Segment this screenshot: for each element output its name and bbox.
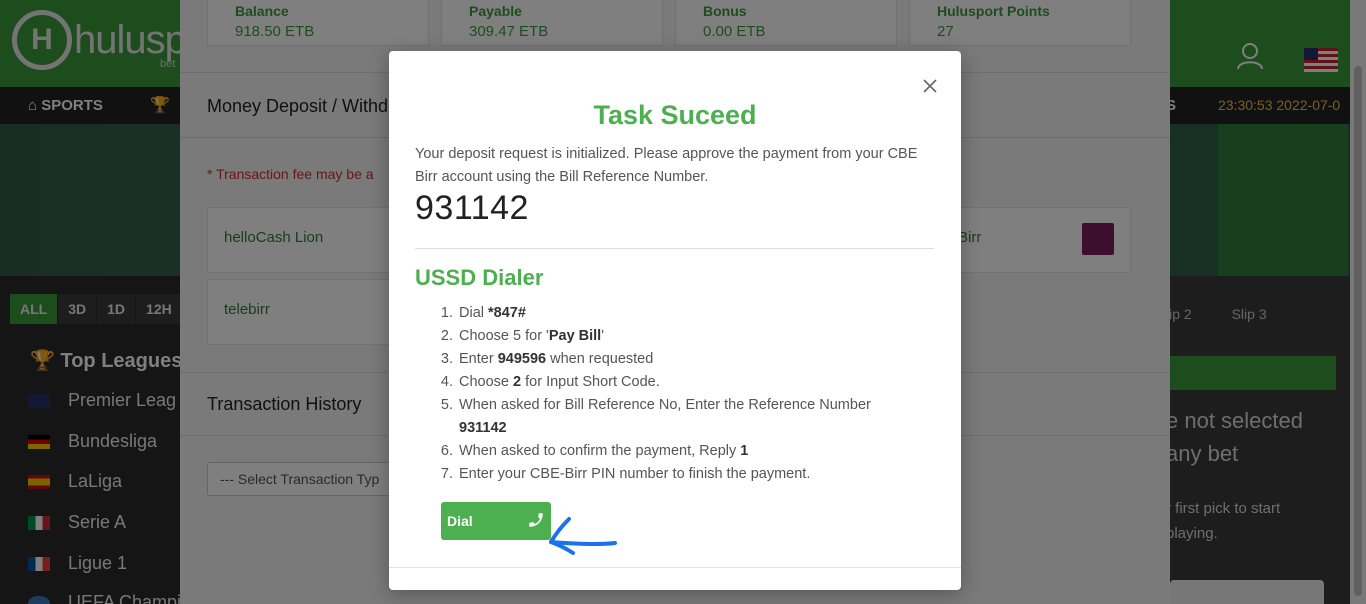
step-text: for Input Short Code. bbox=[521, 374, 660, 390]
close-icon bbox=[923, 79, 937, 93]
modal-title: Task Suceed bbox=[593, 100, 757, 130]
close-button[interactable] bbox=[919, 75, 941, 97]
list-item: 3. Enter 949596 when requested bbox=[415, 348, 935, 371]
step-number: 1. bbox=[440, 305, 453, 321]
step-text: ' bbox=[601, 328, 604, 344]
step-bold: 931142 bbox=[459, 420, 507, 436]
step-bold: *847# bbox=[488, 305, 526, 321]
dial-button[interactable]: Dial bbox=[441, 502, 551, 540]
list-item: 4. Choose 2 for Input Short Code. bbox=[415, 371, 935, 394]
list-item: 1. Dial *847# bbox=[415, 302, 935, 325]
modal-message: Your deposit request is initialized. Ple… bbox=[415, 146, 918, 185]
step-text: Enter bbox=[459, 351, 498, 367]
task-success-modal: Task Suceed Your deposit request is init… bbox=[389, 51, 961, 590]
divider bbox=[415, 248, 934, 249]
list-item: 2. Choose 5 for 'Pay Bill' bbox=[415, 325, 935, 348]
modal-footer-divider bbox=[389, 567, 961, 568]
dial-button-label: Dial bbox=[447, 513, 473, 529]
phone-icon bbox=[529, 513, 543, 527]
step-number: 4. bbox=[440, 374, 453, 390]
step-text: Enter your CBE-Birr PIN number to finish… bbox=[459, 466, 811, 482]
step-text: Choose 5 for ' bbox=[459, 328, 549, 344]
step-bold: 1 bbox=[740, 443, 749, 459]
step-number: 6. bbox=[440, 443, 453, 459]
step-text: Dial bbox=[459, 305, 489, 321]
bill-reference-number: 931142 bbox=[415, 189, 529, 227]
step-text: When asked to confirm the payment, Reply bbox=[459, 443, 741, 459]
step-bold: 2 bbox=[513, 374, 522, 390]
step-text: when requested bbox=[546, 351, 654, 367]
step-bold: Pay Bill bbox=[548, 328, 602, 344]
list-item: 5. When asked for Bill Reference No, Ente… bbox=[415, 394, 935, 440]
step-number: 2. bbox=[440, 328, 453, 344]
list-item: 7. Enter your CBE-Birr PIN number to fini… bbox=[415, 463, 935, 486]
step-number: 7. bbox=[440, 466, 453, 482]
blue-arrow-annotation bbox=[549, 517, 617, 555]
list-item: 6. When asked to confirm the payment, Rep… bbox=[415, 440, 935, 463]
step-text: Choose bbox=[459, 374, 514, 390]
step-text: When asked for Bill Reference No, Enter … bbox=[459, 397, 871, 413]
step-number: 5. bbox=[440, 397, 453, 413]
ussd-dialer-title: USSD Dialer bbox=[415, 265, 544, 290]
step-bold: 949596 bbox=[497, 351, 547, 367]
ussd-steps-list: 1. Dial *847# 2. Choose 5 for 'Pay Bill' 3… bbox=[415, 302, 935, 486]
step-number: 3. bbox=[440, 351, 453, 367]
